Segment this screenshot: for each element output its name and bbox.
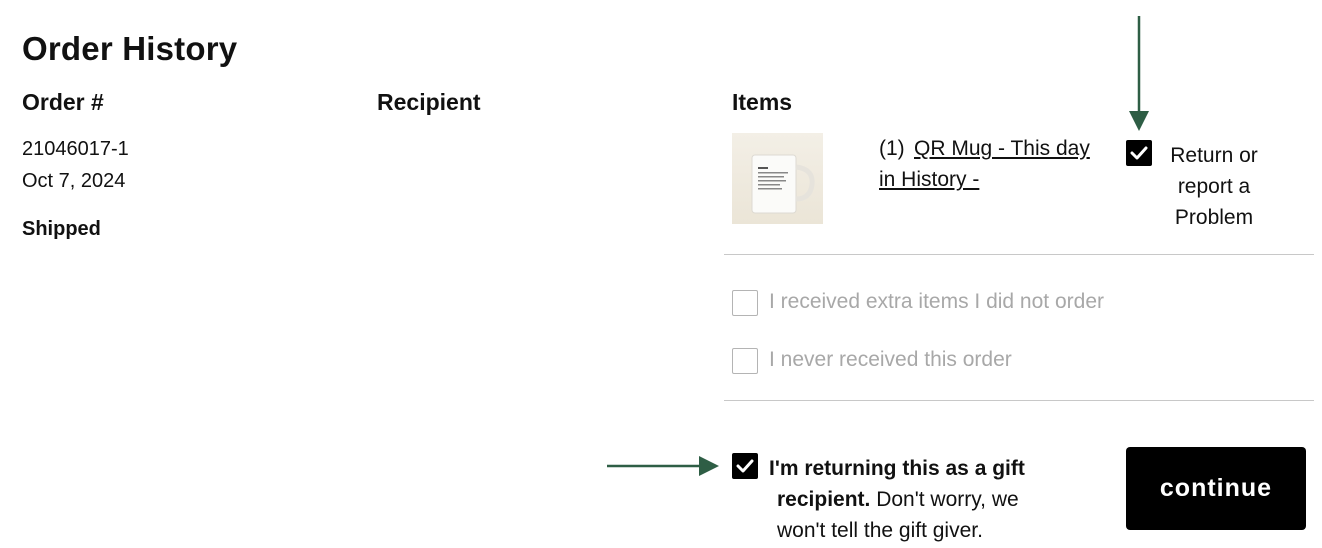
column-header-recipient: Recipient: [377, 89, 481, 115]
gift-recipient-checkbox[interactable]: [732, 453, 758, 479]
order-date: Oct 7, 2024: [22, 170, 126, 192]
column-header-items: Items: [732, 89, 793, 115]
extra-items-checkbox[interactable]: [732, 290, 758, 316]
annotation-arrows: [607, 16, 1149, 476]
item-name-link-cont[interactable]: in History -: [879, 168, 979, 192]
return-label-line: Return or: [1170, 144, 1258, 167]
order-status: Shipped: [22, 218, 101, 240]
gift-recipient-label[interactable]: I'm returning this as a gift recipient. …: [769, 453, 1089, 546]
divider: [724, 254, 1314, 255]
gift-label-text: Don't worry, we: [870, 488, 1019, 511]
item-quantity: (1): [879, 137, 905, 160]
divider: [724, 400, 1314, 401]
order-number: 21046017-1: [22, 138, 129, 160]
continue-button[interactable]: continue: [1126, 447, 1306, 530]
mug-thumbnail[interactable]: [732, 133, 823, 224]
check-icon: [736, 459, 754, 473]
never-received-checkbox[interactable]: [732, 348, 758, 374]
return-problem-checkbox[interactable]: [1126, 140, 1152, 166]
item-name-link[interactable]: QR Mug - This day: [914, 137, 1090, 161]
never-received-label[interactable]: I never received this order: [769, 348, 1012, 372]
extra-items-label[interactable]: I received extra items I did not order: [769, 290, 1104, 314]
return-label-line: Problem: [1174, 206, 1254, 229]
gift-label-bold: recipient.: [777, 488, 871, 511]
return-label-line: report a: [1177, 175, 1251, 198]
return-problem-label[interactable]: Return or report a Problem: [1160, 140, 1268, 233]
check-icon: [1130, 146, 1148, 160]
column-header-order: Order #: [22, 89, 104, 115]
gift-label-text: won't tell the gift giver.: [777, 519, 983, 542]
mug-image-icon: [751, 154, 815, 214]
page-title: Order History: [22, 30, 238, 67]
gift-label-bold: I'm returning this as a gift: [769, 457, 1025, 480]
